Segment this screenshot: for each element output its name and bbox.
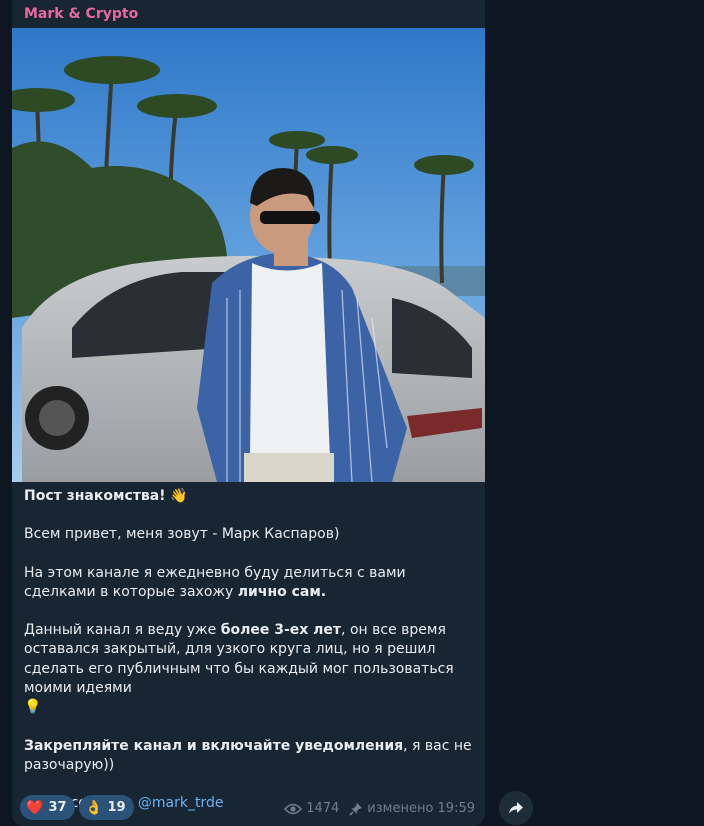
waving-hand-icon: 👋 xyxy=(170,488,188,504)
post-greeting: Всем привет, меня зовут - Марк Каспаров) xyxy=(24,526,340,543)
views-count: 1474 xyxy=(306,801,340,816)
post-paragraph-2: На этом канале я ежедневно буду делиться… xyxy=(24,564,406,600)
post-paragraph-4: Закрепляйте канал и включайте уведомлени… xyxy=(24,737,472,773)
message-bubble[interactable]: Mark & Crypto Пост знакомства! 👋 Всем пр… xyxy=(12,0,485,826)
ok-hand-icon: 👌 xyxy=(85,799,103,816)
light-bulb-icon: 💡 xyxy=(24,699,42,716)
channel-name[interactable]: Mark & Crypto xyxy=(24,6,138,22)
reaction-heart[interactable]: ❤️ 37 xyxy=(20,795,75,820)
reaction-count: 19 xyxy=(107,800,126,815)
message-footer: ❤️ 37 👌 19 1474 изменено 19:59 xyxy=(12,795,485,821)
post-photo[interactable] xyxy=(12,28,485,482)
photo-illustration xyxy=(12,28,485,482)
heart-icon: ❤️ xyxy=(26,799,44,816)
post-title: Пост знакомства! 👋 xyxy=(24,488,188,504)
pin-icon xyxy=(349,802,363,816)
reaction-count: 37 xyxy=(48,800,67,815)
eye-icon xyxy=(284,803,303,814)
message-meta: 1474 изменено 19:59 xyxy=(274,801,475,816)
post-text: Пост знакомства! 👋 Всем привет, меня зов… xyxy=(24,487,474,814)
edited-time: изменено 19:59 xyxy=(367,801,475,816)
post-paragraph-3: Данный канал я веду уже более 3-ех лет, … xyxy=(24,622,454,716)
share-button[interactable] xyxy=(499,791,533,825)
share-arrow-icon xyxy=(509,802,523,814)
reaction-ok-hand[interactable]: 👌 19 xyxy=(79,795,134,820)
